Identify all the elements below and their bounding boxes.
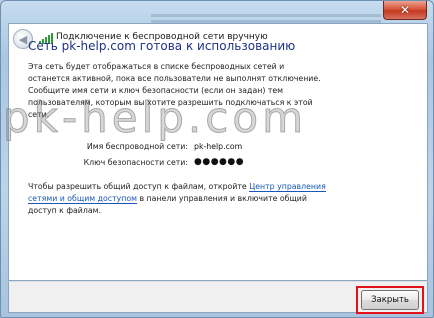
- ssid-label: Имя беспроводной сети:: [86, 142, 188, 151]
- page-title: Сеть pk-help.com готова к использованию: [28, 39, 296, 53]
- back-arrow-icon: ◀: [18, 32, 28, 46]
- window-close-button[interactable]: ✕: [383, 1, 427, 20]
- description-text: Эта сеть будет отображаться в списке бес…: [28, 62, 321, 119]
- file-sharing-text: Чтобы разрешить общий доступ к файлам, о…: [28, 181, 328, 217]
- close-icon: ✕: [399, 3, 411, 17]
- key-label-cell: Ключ безопасности сети:: [28, 158, 188, 170]
- close-button[interactable]: Закрыть: [361, 290, 419, 310]
- key-value: ●●●●●●: [194, 157, 245, 167]
- ssid-label-cell: Имя беспроводной сети:: [28, 142, 188, 154]
- ssid-value: pk-help.com: [194, 142, 243, 151]
- dialog-frame: ✕ ◀ Подключение к беспроводной сети вруч…: [0, 0, 434, 318]
- key-label: Ключ безопасности сети:: [83, 158, 188, 167]
- share-prefix: Чтобы разрешить общий доступ к файлам, о…: [28, 182, 250, 191]
